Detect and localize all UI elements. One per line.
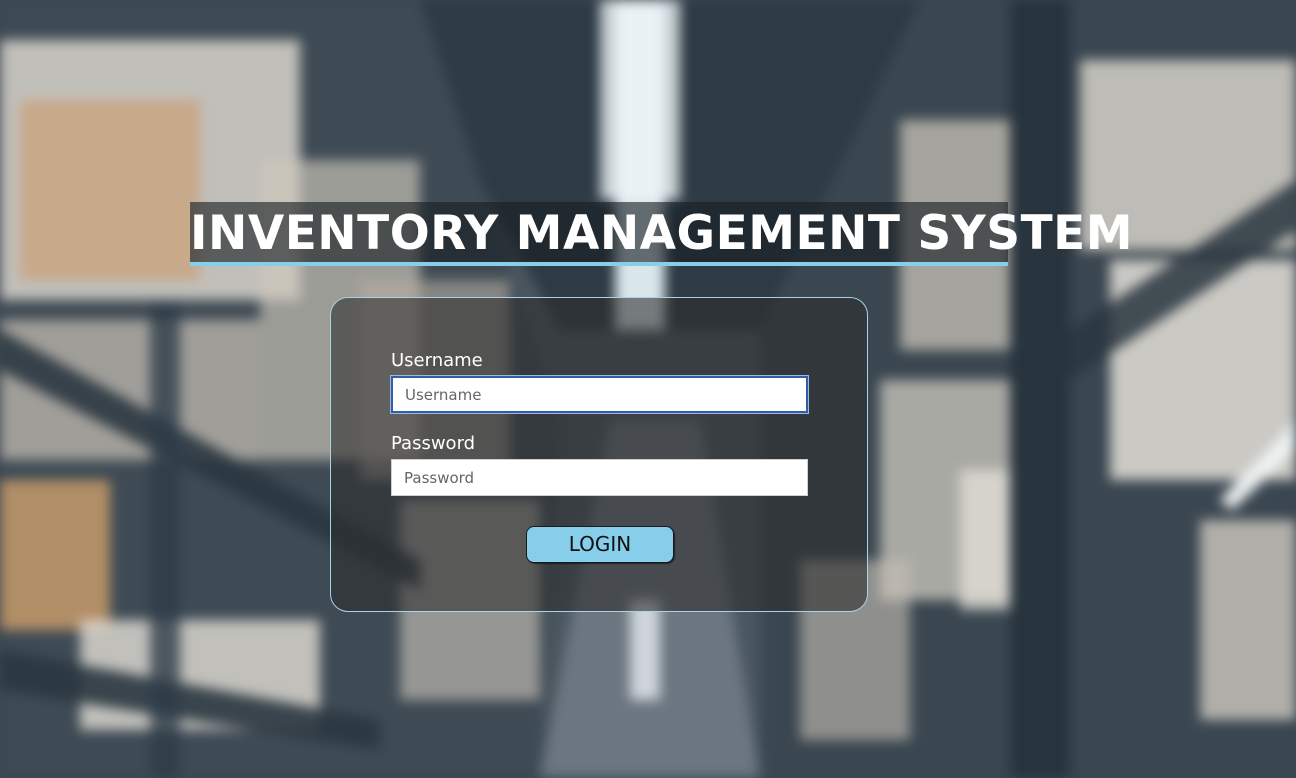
login-button[interactable]: LOGIN [526,526,674,563]
title-banner: INVENTORY MANAGEMENT SYSTEM [190,202,1134,266]
page-title: INVENTORY MANAGEMENT SYSTEM [190,206,1134,261]
password-input[interactable] [391,459,808,496]
login-card: Username Password LOGIN [330,297,868,612]
username-input[interactable] [391,376,808,413]
username-label: Username [391,350,483,371]
password-label: Password [391,433,476,454]
